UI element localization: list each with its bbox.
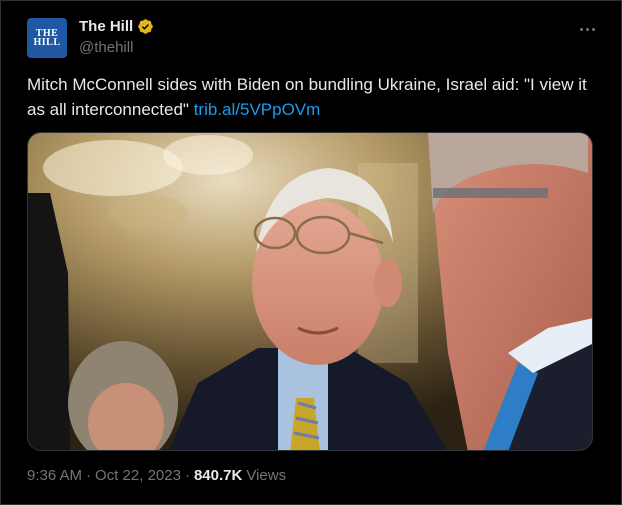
display-name[interactable]: The Hill bbox=[79, 18, 133, 35]
tweet-text: Mitch McConnell sides with Biden on bund… bbox=[27, 72, 599, 122]
views-label: Views bbox=[246, 467, 287, 484]
more-dot bbox=[579, 27, 583, 31]
views-count[interactable]: 840.7K bbox=[194, 467, 242, 484]
tweet-link[interactable]: trib.al/5VPpOVm bbox=[194, 100, 321, 119]
avatar-logo-text-bottom: HILL bbox=[33, 37, 61, 48]
tweet-date[interactable]: Oct 22, 2023 bbox=[95, 467, 181, 484]
more-options-icon[interactable] bbox=[575, 19, 599, 39]
tweet-card[interactable]: THE HILL The Hill @thehill Mitch McConne… bbox=[0, 0, 622, 505]
more-dot bbox=[585, 27, 589, 31]
account-name-row[interactable]: The Hill bbox=[79, 18, 154, 35]
more-dot bbox=[591, 27, 595, 31]
tweet-time[interactable]: 9:36 AM bbox=[27, 467, 82, 484]
tweet-meta: 9:36 AM · Oct 22, 2023 · 840.7K Views bbox=[27, 467, 286, 484]
meta-separator: · bbox=[86, 467, 92, 484]
account-handle[interactable]: @thehill bbox=[79, 39, 133, 56]
gold-verified-icon[interactable] bbox=[137, 18, 154, 35]
tweet-photo[interactable] bbox=[27, 132, 593, 451]
meta-separator: · bbox=[184, 467, 190, 484]
photo-illustration bbox=[28, 133, 592, 450]
account-avatar[interactable]: THE HILL bbox=[27, 18, 67, 58]
